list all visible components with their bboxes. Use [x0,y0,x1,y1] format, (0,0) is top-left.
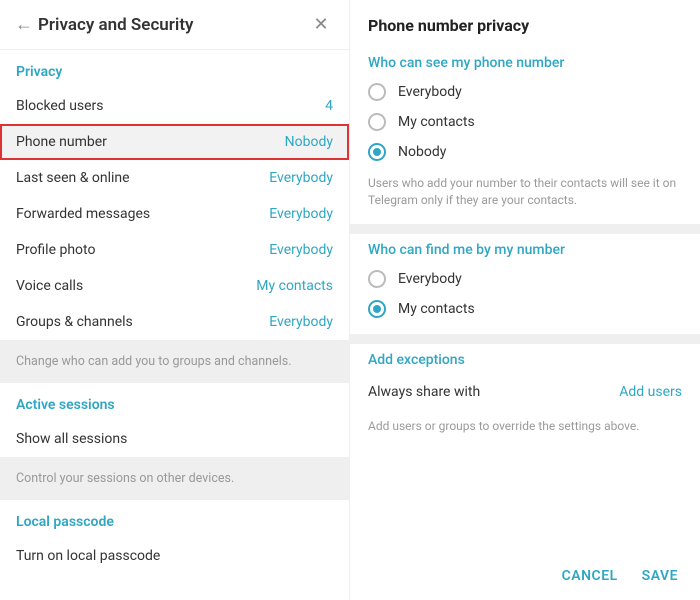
page-title: Privacy and Security [38,15,309,35]
row-label: Forwarded messages [16,206,150,222]
radio-icon [368,300,386,318]
exceptions-heading: Add exceptions [350,344,700,374]
row-value: Everybody [269,314,333,330]
detail-title: Phone number privacy [350,0,700,47]
privacy-security-panel: ← Privacy and Security ✕ Privacy Blocked… [0,0,350,600]
radio-icon [368,83,386,101]
find-heading: Who can find me by my number [350,234,700,264]
radio-see-mycontacts[interactable]: My contacts [350,107,700,137]
separator [350,224,700,234]
radio-label: Everybody [398,271,462,287]
row-profile-photo[interactable]: Profile photo Everybody [0,232,349,268]
row-blocked-users[interactable]: Blocked users 4 [0,88,349,124]
row-label: Voice calls [16,278,83,294]
radio-icon [368,143,386,161]
radio-label: My contacts [398,114,475,130]
row-value: Nobody [285,134,333,150]
row-value: 4 [325,98,333,114]
row-value: Everybody [269,242,333,258]
sessions-footer: Control your sessions on other devices. [0,457,349,500]
see-heading: Who can see my phone number [350,47,700,77]
row-groups-channels[interactable]: Groups & channels Everybody [0,304,349,340]
row-label: Profile photo [16,242,95,258]
action-buttons: CANCEL SAVE [350,568,700,600]
radio-icon [368,113,386,131]
left-header: ← Privacy and Security ✕ [0,0,349,50]
exceptions-hint: Add users or groups to override the sett… [350,410,700,449]
close-icon[interactable]: ✕ [309,14,333,35]
row-forwarded[interactable]: Forwarded messages Everybody [0,196,349,232]
passcode-heading: Local passcode [0,500,349,538]
radio-see-nobody[interactable]: Nobody [350,137,700,167]
radio-label: Nobody [398,144,446,160]
radio-find-mycontacts[interactable]: My contacts [350,294,700,324]
sessions-heading: Active sessions [0,383,349,421]
row-label: Blocked users [16,98,104,114]
radio-label: Everybody [398,84,462,100]
radio-find-everybody[interactable]: Everybody [350,264,700,294]
save-button[interactable]: SAVE [642,568,678,584]
row-voice-calls[interactable]: Voice calls My contacts [0,268,349,304]
cancel-button[interactable]: CANCEL [562,568,618,584]
row-value: My contacts [256,278,333,294]
row-value: Everybody [269,206,333,222]
exceptions-row: Always share with Add users [350,374,700,410]
row-last-seen[interactable]: Last seen & online Everybody [0,160,349,196]
row-label: Phone number [16,134,107,150]
row-turn-on-passcode[interactable]: Turn on local passcode [0,538,349,574]
row-label: Groups & channels [16,314,133,330]
row-value: Everybody [269,170,333,186]
row-label: Turn on local passcode [16,548,160,564]
row-show-sessions[interactable]: Show all sessions [0,421,349,457]
privacy-footer: Change who can add you to groups and cha… [0,340,349,383]
add-users-button[interactable]: Add users [619,384,682,400]
row-label: Last seen & online [16,170,130,186]
back-icon[interactable]: ← [10,14,38,35]
separator [350,334,700,344]
privacy-heading: Privacy [0,50,349,88]
radio-see-everybody[interactable]: Everybody [350,77,700,107]
row-label: Show all sessions [16,431,127,447]
exceptions-label: Always share with [368,384,480,400]
see-hint: Users who add your number to their conta… [350,167,700,224]
radio-icon [368,270,386,288]
radio-label: My contacts [398,301,475,317]
row-phone-number[interactable]: Phone number Nobody [0,124,349,160]
phone-number-privacy-panel: Phone number privacy Who can see my phon… [350,0,700,600]
